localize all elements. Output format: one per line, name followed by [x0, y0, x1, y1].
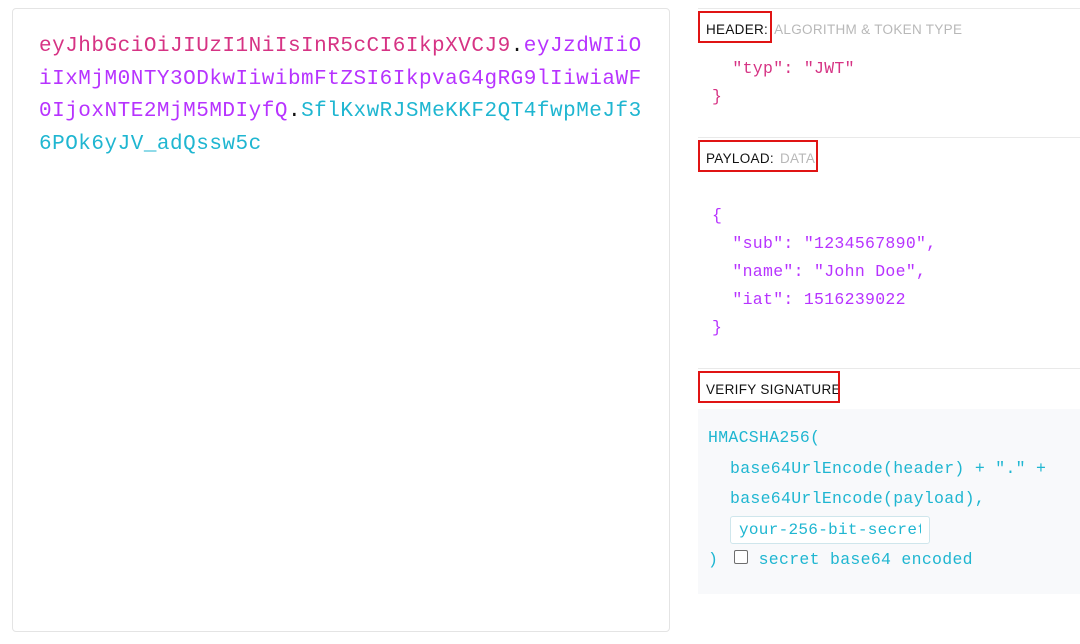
secret-base64-checkbox[interactable]: [734, 550, 748, 564]
header-section-subtitle: ALGORITHM & TOKEN TYPE: [774, 22, 962, 37]
signature-body: HMACSHA256( base64UrlEncode(header) + ".…: [698, 409, 1080, 594]
secret-base64-label: secret base64 encoded: [759, 550, 973, 569]
token-header-segment: eyJhbGciOiJIUzI1NiIsInR5cCI6IkpXVCJ9: [39, 35, 511, 58]
token-dot-1: .: [511, 35, 524, 58]
header-section-bar: HEADER: ALGORITHM & TOKEN TYPE: [698, 9, 1080, 49]
signature-close-row: ) secret base64 encoded: [708, 545, 1070, 576]
payload-json-body[interactable]: { "sub": "1234567890", "name": "John Doe…: [698, 178, 1080, 368]
signature-fn-open: HMACSHA256(: [708, 423, 1070, 454]
decoded-panel: HEADER: ALGORITHM & TOKEN TYPE "typ": "J…: [698, 8, 1080, 636]
signature-line-1: base64UrlEncode(header) + "." +: [708, 454, 1070, 485]
signature-section-title: VERIFY SIGNATURE: [706, 382, 841, 397]
payload-section-title: PAYLOAD:: [706, 151, 774, 166]
payload-section: PAYLOAD: DATA { "sub": "1234567890", "na…: [698, 138, 1080, 369]
header-section: HEADER: ALGORITHM & TOKEN TYPE "typ": "J…: [698, 9, 1080, 138]
signature-section-bar: VERIFY SIGNATURE: [698, 369, 1080, 409]
token-dot-2: .: [288, 100, 301, 123]
signature-section: VERIFY SIGNATURE HMACSHA256( base64UrlEn…: [698, 369, 1080, 594]
payload-section-subtitle: DATA: [780, 151, 815, 166]
header-json-body[interactable]: "typ": "JWT" }: [698, 49, 1080, 137]
encoded-token-panel[interactable]: eyJhbGciOiJIUzI1NiIsInR5cCI6IkpXVCJ9.eyJ…: [12, 8, 670, 632]
secret-input[interactable]: [730, 516, 930, 544]
signature-line-2: base64UrlEncode(payload),: [708, 484, 1070, 515]
signature-fn-close: ): [708, 550, 718, 569]
signature-secret-row: [708, 515, 1070, 546]
payload-section-bar: PAYLOAD: DATA: [698, 138, 1080, 178]
header-section-title: HEADER:: [706, 22, 768, 37]
